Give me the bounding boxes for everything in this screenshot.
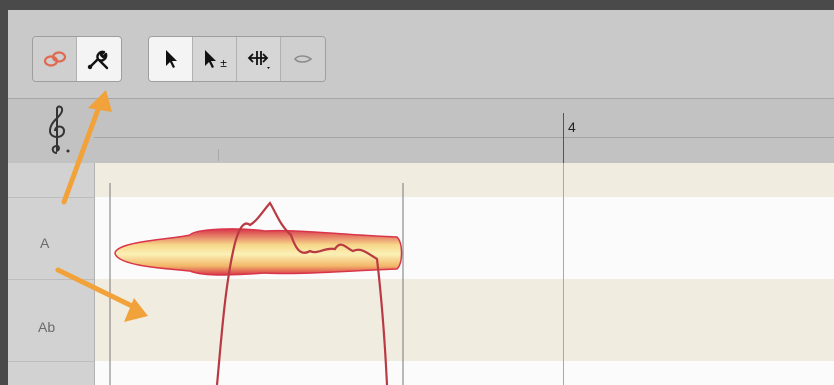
- pointer-plus-minus-icon: [205, 50, 217, 68]
- link-tool-group: [32, 36, 122, 82]
- bar-number: 4: [568, 119, 576, 135]
- note-editor-grid[interactable]: [95, 163, 834, 385]
- ruler-divider: [94, 137, 834, 138]
- move-tool-button[interactable]: [237, 37, 281, 81]
- lasso-icon: [293, 55, 313, 63]
- lasso-tool-button[interactable]: [281, 37, 325, 81]
- pitch-label-a: A: [40, 235, 50, 251]
- link-icon: [43, 51, 66, 67]
- move-tool-icon: [247, 51, 270, 69]
- key-separator: [8, 279, 94, 280]
- treble-clef-icon[interactable]: [42, 103, 72, 157]
- key-separator: [8, 361, 94, 362]
- timeline-ruler[interactable]: 4: [8, 99, 834, 164]
- pointer-tool-button[interactable]: [149, 37, 193, 81]
- bar-marker: [563, 113, 564, 163]
- pitch-ruler: A Ab: [8, 163, 95, 385]
- wrench-icon: [87, 50, 109, 70]
- link-tool-button[interactable]: [33, 37, 77, 81]
- note-blob[interactable]: [95, 163, 834, 385]
- toolbar: ±: [8, 10, 834, 99]
- key-separator: [8, 197, 94, 198]
- note-blob-shape[interactable]: [114, 228, 403, 276]
- beat-tick: [218, 149, 219, 161]
- editor-window: ± 4 A Ab: [8, 10, 834, 385]
- wrench-tool-button[interactable]: [77, 37, 121, 81]
- pitch-label-ab: Ab: [38, 319, 56, 335]
- pointer-icon: [165, 50, 177, 68]
- plus-minus-glyph: ±: [220, 56, 227, 70]
- edit-tool-group: ±: [148, 36, 326, 82]
- pointer-plus-minus-tool-button[interactable]: ±: [193, 37, 237, 81]
